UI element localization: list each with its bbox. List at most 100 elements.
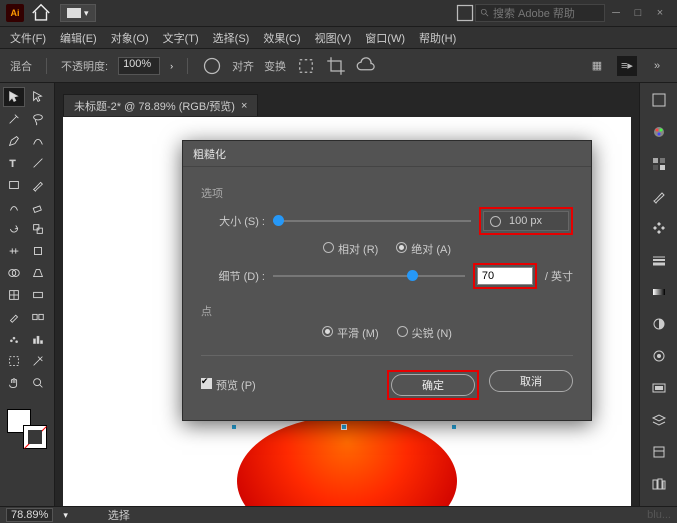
detail-label: 细节 (D) : <box>201 268 265 284</box>
toggle-fill-stroke[interactable] <box>3 395 49 403</box>
eyedropper-tool[interactable] <box>3 307 25 327</box>
collapse-icon[interactable]: » <box>647 56 667 76</box>
menu-bar: 文件(F) 编辑(E) 对象(O) 文字(T) 选择(S) 效果(C) 视图(V… <box>0 27 677 49</box>
search-icon <box>480 8 490 18</box>
cloud-icon[interactable] <box>356 56 376 76</box>
absolute-option[interactable]: 绝对 (A) <box>396 241 451 257</box>
type-tool[interactable]: T <box>3 153 25 173</box>
document-tab[interactable]: 未标题-2* @ 78.89% (RGB/预览) × <box>63 94 258 116</box>
pen-tool[interactable] <box>3 131 25 151</box>
options-group-label: 选项 <box>201 185 573 201</box>
gradient-panel-icon[interactable] <box>648 281 670 303</box>
maximize-button[interactable]: □ <box>627 7 649 19</box>
free-transform-tool[interactable] <box>27 241 49 261</box>
search-input[interactable]: 搜索 Adobe 帮助 <box>475 4 605 22</box>
corner-option[interactable]: 尖锐 (N) <box>397 325 452 341</box>
bbox-handle[interactable] <box>451 424 457 430</box>
watermark: blu... <box>647 509 671 521</box>
shape-builder-tool[interactable] <box>3 263 25 283</box>
arrange-icon[interactable] <box>455 3 475 23</box>
layers-panel-icon[interactable] <box>648 409 670 431</box>
perspective-tool[interactable] <box>27 263 49 283</box>
close-button[interactable]: × <box>649 7 671 19</box>
brushes-panel-icon[interactable] <box>648 185 670 207</box>
color-panel-icon[interactable] <box>648 121 670 143</box>
smooth-option[interactable]: 平滑 (M) <box>322 325 379 341</box>
hand-tool[interactable] <box>3 373 25 393</box>
relative-option[interactable]: 相对 (R) <box>323 241 378 257</box>
size-radio-icon <box>490 216 501 227</box>
status-selection: 选择 <box>108 507 130 523</box>
artwork-shape[interactable] <box>237 416 457 506</box>
tab-close-icon[interactable]: × <box>241 100 247 112</box>
menu-effect[interactable]: 效果(C) <box>257 28 306 48</box>
gradient-tool[interactable] <box>27 285 49 305</box>
libraries-panel-icon[interactable] <box>648 473 670 495</box>
graphic-styles-panel-icon[interactable] <box>648 377 670 399</box>
size-value-highlight: 100 px <box>479 207 573 235</box>
preview-checkbox[interactable]: 预览 (P) <box>201 377 256 393</box>
opacity-stepper[interactable]: › <box>170 61 173 71</box>
direct-selection-tool[interactable] <box>27 87 49 107</box>
selection-tool[interactable] <box>3 87 25 107</box>
curvature-tool[interactable] <box>27 131 49 151</box>
detail-input[interactable]: 70 <box>477 267 533 285</box>
blend-label: 混合 <box>10 58 32 74</box>
size-slider[interactable] <box>273 220 471 222</box>
line-tool[interactable] <box>27 153 49 173</box>
zoom-tool[interactable] <box>27 373 49 393</box>
menu-view[interactable]: 视图(V) <box>309 28 358 48</box>
artboard-tool[interactable] <box>3 351 25 371</box>
swatches-panel-icon[interactable] <box>648 153 670 175</box>
detail-slider[interactable] <box>273 275 465 277</box>
column-graph-tool[interactable] <box>27 329 49 349</box>
rotate-tool[interactable] <box>3 219 25 239</box>
fill-stroke-swatch[interactable] <box>7 409 47 449</box>
symbols-panel-icon[interactable] <box>648 217 670 239</box>
paintbrush-tool[interactable] <box>27 175 49 195</box>
eraser-tool[interactable] <box>27 197 49 217</box>
layout-dropdown[interactable]: ▾ <box>60 4 96 22</box>
properties-panel-icon[interactable] <box>648 89 670 111</box>
isolate-icon[interactable] <box>296 56 316 76</box>
menu-edit[interactable]: 编辑(E) <box>54 28 103 48</box>
zoom-field[interactable]: 78.89% <box>6 508 53 522</box>
appearance-panel-icon[interactable] <box>648 345 670 367</box>
menu-select[interactable]: 选择(S) <box>207 28 256 48</box>
cancel-button[interactable]: 取消 <box>489 370 573 392</box>
panel-menu-icon[interactable]: ≡▸ <box>617 56 637 76</box>
opacity-input[interactable]: 100% <box>118 57 160 75</box>
ok-button[interactable]: 确定 <box>391 374 475 396</box>
zoom-dropdown-icon[interactable]: ▾ <box>63 510 68 521</box>
magic-wand-tool[interactable] <box>3 109 25 129</box>
toolbox: T <box>0 83 55 506</box>
blend-tool[interactable] <box>27 307 49 327</box>
slice-tool[interactable] <box>27 351 49 371</box>
transform-label[interactable]: 变换 <box>264 58 286 74</box>
menu-file[interactable]: 文件(F) <box>4 28 52 48</box>
symbol-sprayer-tool[interactable] <box>3 329 25 349</box>
stroke-swatch[interactable] <box>23 425 47 449</box>
stroke-panel-icon[interactable] <box>648 249 670 271</box>
menu-window[interactable]: 窗口(W) <box>359 28 411 48</box>
shaper-tool[interactable] <box>3 197 25 217</box>
menu-help[interactable]: 帮助(H) <box>413 28 462 48</box>
align-label[interactable]: 对齐 <box>232 58 254 74</box>
home-button[interactable] <box>30 2 52 24</box>
bbox-handle[interactable] <box>341 424 347 430</box>
mesh-tool[interactable] <box>3 285 25 305</box>
rectangle-tool[interactable] <box>3 175 25 195</box>
bbox-handle[interactable] <box>231 424 237 430</box>
crop-icon[interactable] <box>326 56 346 76</box>
grid-icon[interactable]: ▦ <box>587 56 607 76</box>
minimize-button[interactable]: ─ <box>605 7 627 19</box>
size-value-box[interactable]: 100 px <box>483 211 569 231</box>
lasso-tool[interactable] <box>27 109 49 129</box>
asset-export-panel-icon[interactable] <box>648 441 670 463</box>
transparency-panel-icon[interactable] <box>648 313 670 335</box>
recolor-icon[interactable] <box>202 56 222 76</box>
width-tool[interactable] <box>3 241 25 261</box>
scale-tool[interactable] <box>27 219 49 239</box>
menu-type[interactable]: 文字(T) <box>157 28 205 48</box>
menu-object[interactable]: 对象(O) <box>105 28 155 48</box>
